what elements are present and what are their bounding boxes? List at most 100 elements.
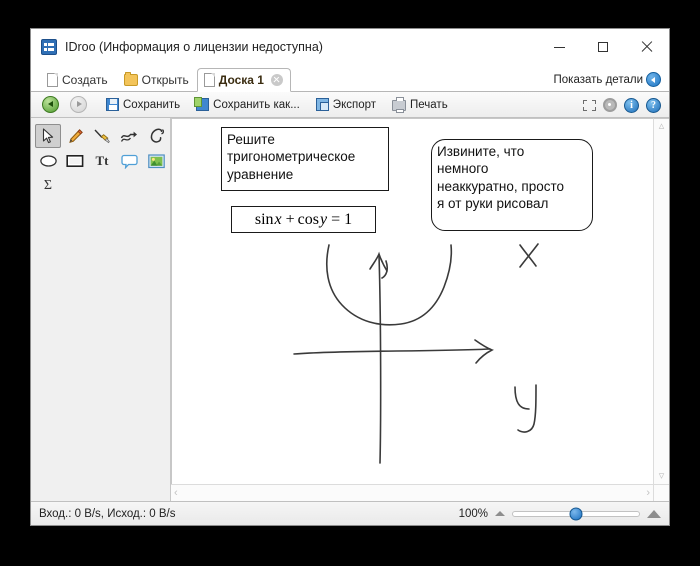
scroll-up-icon[interactable]: ▵ [659,121,665,132]
close-icon [641,41,653,53]
folder-icon [123,71,138,86]
back-button[interactable] [37,95,65,114]
zoom-controls: 100% [458,507,661,520]
save-label: Сохранить [123,98,181,111]
window-controls [537,29,669,65]
save-button[interactable]: Сохранить [101,97,185,112]
scroll-right-icon[interactable]: › [646,487,650,499]
forward-button[interactable] [65,95,93,114]
print-label: Печать [410,98,448,111]
save-icon [106,98,119,111]
save-as-icon [194,97,210,111]
window-title: IDroo (Информация о лицензии недоступна) [65,40,323,54]
show-details-label: Показать детали [553,73,643,86]
forward-icon [70,96,87,113]
formula-equals: = 1 [331,210,353,228]
brush-icon [94,129,110,144]
horizontal-scrollbar[interactable]: ‹ › [171,484,653,501]
info-icon[interactable]: i [624,97,639,113]
canvas-area: Решите тригонометрическое уравнение Изви… [171,118,669,501]
tab-strip: Создать Открыть Доска 1 Показать детали [31,65,669,92]
zigzag-line-icon [120,131,137,142]
maximize-button[interactable] [581,29,625,65]
polyline-tool[interactable] [116,124,142,148]
new-board-button[interactable]: Создать [39,68,116,91]
export-label: Экспорт [332,98,377,111]
scroll-left-icon[interactable]: ‹ [174,487,178,499]
scroll-down-icon[interactable]: ▿ [659,471,665,482]
zoom-out-icon[interactable] [495,511,505,516]
arrow-left-circle-icon [646,72,661,87]
formula-var-y: y [320,210,328,228]
pencil-icon [68,128,83,143]
close-button[interactable] [625,29,669,65]
curve-lasso-icon [150,128,164,143]
toolbar-right-group: i ? [583,92,661,118]
document-icon [203,73,215,87]
application-window: IDroo (Информация о лицензии недоступна)… [30,28,670,526]
ellipse-icon [39,155,57,167]
select-tool[interactable] [35,124,61,148]
callout-tool[interactable] [116,149,142,173]
gear-icon[interactable] [603,98,617,112]
screen: IDroo (Информация о лицензии недоступна)… [0,0,700,566]
note-task[interactable]: Решите тригонометрическое уравнение [221,127,389,191]
formula-var-x: x [274,210,282,228]
note-sorry[interactable]: Извините, что немного неаккуратно, прост… [431,139,593,231]
back-icon [42,96,59,113]
image-tool[interactable] [143,149,169,173]
tool-palette: Tt Σ [31,118,171,501]
vertical-scrollbar[interactable]: ▵ ▿ [653,118,669,484]
new-board-label: Создать [62,72,108,87]
idroo-app-icon [41,39,57,55]
pencil-tool[interactable] [62,124,88,148]
network-traffic-label: Вход.: 0 B/s, Исход.: 0 B/s [39,507,176,520]
fullscreen-icon[interactable] [583,99,596,111]
curve-tool[interactable] [143,124,169,148]
formula-tool[interactable]: Σ [35,174,61,198]
save-as-button[interactable]: Сохранить как... [191,97,305,112]
open-board-label: Открыть [141,72,189,87]
formula-plus: + [285,210,295,228]
minimize-button[interactable] [537,29,581,65]
sigma-icon: Σ [43,178,53,193]
print-icon [392,97,407,113]
document-icon [47,72,58,87]
canvas-row: Решите тригонометрическое уравнение Изви… [171,118,669,484]
speech-bubble-icon [120,154,138,169]
maximize-icon [598,42,608,52]
horizontal-scroll-row: ‹ › [171,484,669,501]
ellipse-tool[interactable] [35,149,61,173]
text-tool-icon: Tt [95,153,109,168]
formula-cos: cos [297,210,319,228]
cursor-icon [42,128,53,144]
tool-grid: Tt Σ [35,124,166,198]
help-icon[interactable]: ? [646,97,661,113]
title-bar: IDroo (Информация о лицензии недоступна) [31,29,669,65]
scroll-corner [653,484,669,501]
print-button[interactable]: Печать [387,97,453,113]
formula-sin: sin [254,210,274,228]
text-tool[interactable]: Tt [89,149,115,173]
rectangle-tool[interactable] [62,149,88,173]
main-toolbar: Сохранить Сохранить как... Экспорт Печат… [31,92,669,118]
zoom-slider[interactable] [512,507,640,520]
tab-close-icon[interactable] [270,74,283,86]
show-details-button[interactable]: Показать детали [554,72,661,87]
zoom-in-icon[interactable] [647,509,661,518]
zoom-slider-thumb[interactable] [569,507,583,520]
image-icon [147,153,165,168]
export-icon [315,98,329,111]
tab-board-1-label: Доска 1 [218,73,264,87]
save-as-label: Сохранить как... [213,98,300,111]
formula-box[interactable]: sin x + cos y = 1 [231,206,376,233]
export-button[interactable]: Экспорт [311,97,381,112]
tab-board-1[interactable]: Доска 1 [196,68,291,92]
open-board-button[interactable]: Открыть [116,68,197,91]
brush-tool[interactable] [89,124,115,148]
status-bar: Вход.: 0 B/s, Исход.: 0 B/s 100% [31,501,669,525]
zoom-level-label: 100% [458,507,488,520]
rectangle-icon [66,154,84,167]
whiteboard-canvas[interactable]: Решите тригонометрическое уравнение Изви… [171,118,653,484]
minimize-icon [553,46,565,48]
